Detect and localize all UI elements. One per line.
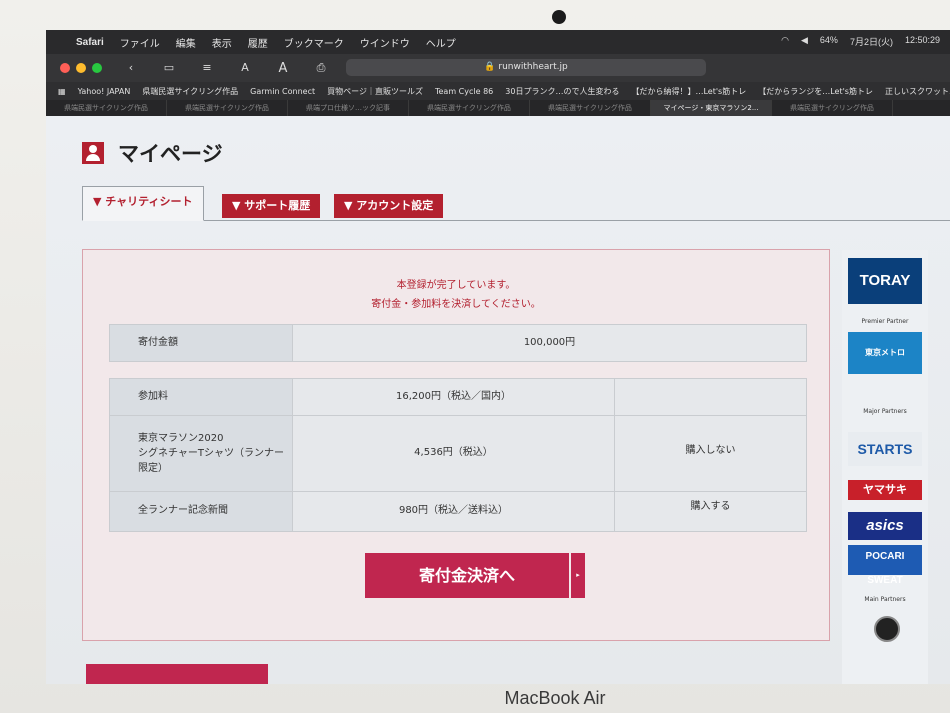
fee-option[interactable]: 購入する [615,491,806,531]
minimize-window-button[interactable] [76,63,86,73]
lock-icon: 🔒 [484,62,496,72]
bookmark-item[interactable]: 県端民選サイクリング作品 [142,86,238,97]
menu-view[interactable]: 表示 [212,35,232,50]
menu-edit[interactable]: 編集 [176,35,196,50]
address-bar[interactable]: 🔒 runwithheart.jp [346,59,706,76]
sponsor-sidebar: TORAY Premier Partner 東京メトロ Major Partne… [842,250,928,684]
url-text: runwithheart.jp [498,62,568,72]
message-line: 寄付金・参加料を決済してください。 [371,299,541,310]
charity-panel: 本登録が完了しています。 寄付金・参加料を決済してください。 寄付金額 100,… [82,249,830,641]
bookmarks-bar: ▦ Yahoo! JAPAN 県端民選サイクリング作品 Garmin Conne… [46,82,950,100]
page-content: マイページ ▼ チャリティシート ▼ サポート履歴 ▼ アカウント設定 本登録が… [46,116,950,684]
close-window-button[interactable] [60,63,70,73]
sponsor-logo-metro[interactable]: 東京メトロ [848,332,922,374]
bookmark-item[interactable]: 正しいスクワット…Let's筋トレ [885,86,950,97]
tab-account-settings[interactable]: ▼ アカウント設定 [334,194,444,218]
page-tabs: ▼ チャリティシート ▼ サポート履歴 ▼ アカウント設定 [82,186,950,221]
webcam [552,10,566,24]
footer-bar [86,664,268,684]
tab-support-history[interactable]: ▼ サポート履歴 [222,194,321,218]
sponsor-logo-asics[interactable]: asics [848,512,922,540]
user-icon [82,142,104,164]
screen: Safari ファイル 編集 表示 履歴 ブックマーク ウインドウ ヘルプ ◠ … [46,30,950,684]
browser-tab[interactable]: 県端民選サイクリング作品 [46,100,167,116]
status-message: 本登録が完了しています。 寄付金・参加料を決済してください。 [83,276,829,314]
bookmark-item[interactable]: 【だから納得！】…Let's筋トレ [631,86,746,97]
bookmark-item[interactable]: 【だからランジを…Let's筋トレ [758,86,873,97]
donation-payment-button[interactable]: 寄付金決済へ [365,553,569,598]
menu-app[interactable]: Safari [76,37,104,48]
reader-icon[interactable]: ≡ [198,61,216,75]
menu-window[interactable]: ウインドウ [360,35,410,50]
triangle-down-icon: ▼ [232,199,245,212]
zoom-window-button[interactable] [92,63,102,73]
grid-icon[interactable]: ▦ [58,87,66,96]
donation-amount: 100,000円 [523,337,576,348]
triangle-down-icon: ▼ [344,199,357,212]
tab-label: アカウント設定 [356,199,434,212]
sponsor-logo-yamazaki[interactable]: ヤマサキ [848,480,922,500]
wifi-icon[interactable]: ◠ [781,35,789,48]
triangle-down-icon: ▼ [93,195,106,208]
window-controls [60,63,102,73]
menubar-date[interactable]: 7月2日(火) [850,35,893,48]
bookmark-item[interactable]: Garmin Connect [250,87,315,96]
volume-icon[interactable]: ◀ [801,35,808,48]
menu-help[interactable]: ヘルプ [426,35,456,50]
tab-charity-sheet[interactable]: ▼ チャリティシート [82,186,204,221]
tab-label: チャリティシート [105,195,193,208]
bookmark-item[interactable]: 買物ページ｜直販ツールズ [327,86,423,97]
sponsor-logo-starts[interactable]: STARTS [848,432,922,466]
text-smaller-button[interactable]: A [236,61,254,75]
back-icon[interactable]: ‹ [122,61,140,75]
donation-label: 寄付金額 [110,325,292,361]
menu-file[interactable]: ファイル [120,35,160,50]
print-icon[interactable]: ⎙ [312,61,330,75]
page-title: マイページ [118,143,223,166]
fee-option[interactable]: 購入しない [615,415,806,491]
browser-tab[interactable]: 県端民選サイクリング作品 [167,100,288,116]
tab-label: サポート履歴 [244,199,311,212]
premier-partner-label: Premier Partner [861,318,909,325]
browser-tab[interactable]: 県端民選サイクリング作品 [409,100,530,116]
sponsor-logo-bmw[interactable] [874,616,900,642]
sponsor-logo-pocari[interactable]: POCARI SWEAT [848,545,922,586]
sponsor-logo-toray[interactable]: TORAY [848,258,922,304]
battery-percent[interactable]: 64% [820,35,838,48]
fee-label: 全ランナー記念新聞 [138,505,228,516]
status-area: ◠ ◀ 64% 7月2日(火) 12:50:29 [781,35,940,48]
page-header: マイページ [82,138,223,168]
menubar: Safari ファイル 編集 表示 履歴 ブックマーク ウインドウ ヘルプ ◠ … [46,30,950,54]
fee-label: 東京マラソン2020 シグネチャーTシャツ（ランナー限定） [138,433,285,474]
sidebar-icon[interactable]: ▭ [160,61,178,75]
bookmark-item[interactable]: Team Cycle 86 [435,87,493,96]
menubar-time[interactable]: 12:50:29 [905,35,940,48]
main-partners-label: Main Partners [864,596,906,603]
bookmark-item[interactable]: 30日プランク…ので人生変わる [505,86,619,97]
fee-price: 16,200円（税込／国内） [396,391,511,402]
fee-price: 4,536円（税込） [414,447,493,458]
fee-label: 参加料 [138,391,168,402]
donation-table: 寄付金額 100,000円 [109,324,807,362]
bookmark-item[interactable]: Yahoo! JAPAN [78,87,131,96]
menu-bookmarks[interactable]: ブックマーク [284,35,344,50]
browser-tab[interactable]: 県端民選サイクリング作品 [772,100,893,116]
fees-table: 参加料 16,200円（税込／国内） 東京マラソン2020 シグネチャーTシャツ… [109,378,807,532]
menu-history[interactable]: 履歴 [248,35,268,50]
browser-tab[interactable]: 県端民選サイクリング作品 [530,100,651,116]
laptop-bezel: Safari ファイル 編集 表示 履歴 ブックマーク ウインドウ ヘルプ ◠ … [0,0,950,713]
browser-tab[interactable]: 県端プロ仕様ソ…ック記事 [288,100,409,116]
text-larger-button[interactable]: A [274,61,292,76]
browser-tabs: 県端民選サイクリング作品 県端民選サイクリング作品 県端プロ仕様ソ…ック記事 県… [46,100,950,116]
major-partners-label: Major Partners [863,408,907,415]
device-brand: MacBook Air [504,688,606,708]
arrow-right-icon[interactable]: ▸ [571,553,585,598]
fee-price: 980円（税込／送料込） [398,505,509,516]
browser-tab-active[interactable]: マイページ・東京マラソン2... [651,100,772,116]
fee-option[interactable] [615,379,806,415]
safari-toolbar: ‹ ▭ ≡ A A ⎙ ⌂ 🔒 runwithheart.jp [46,54,950,82]
message-line: 本登録が完了しています。 [396,280,516,291]
